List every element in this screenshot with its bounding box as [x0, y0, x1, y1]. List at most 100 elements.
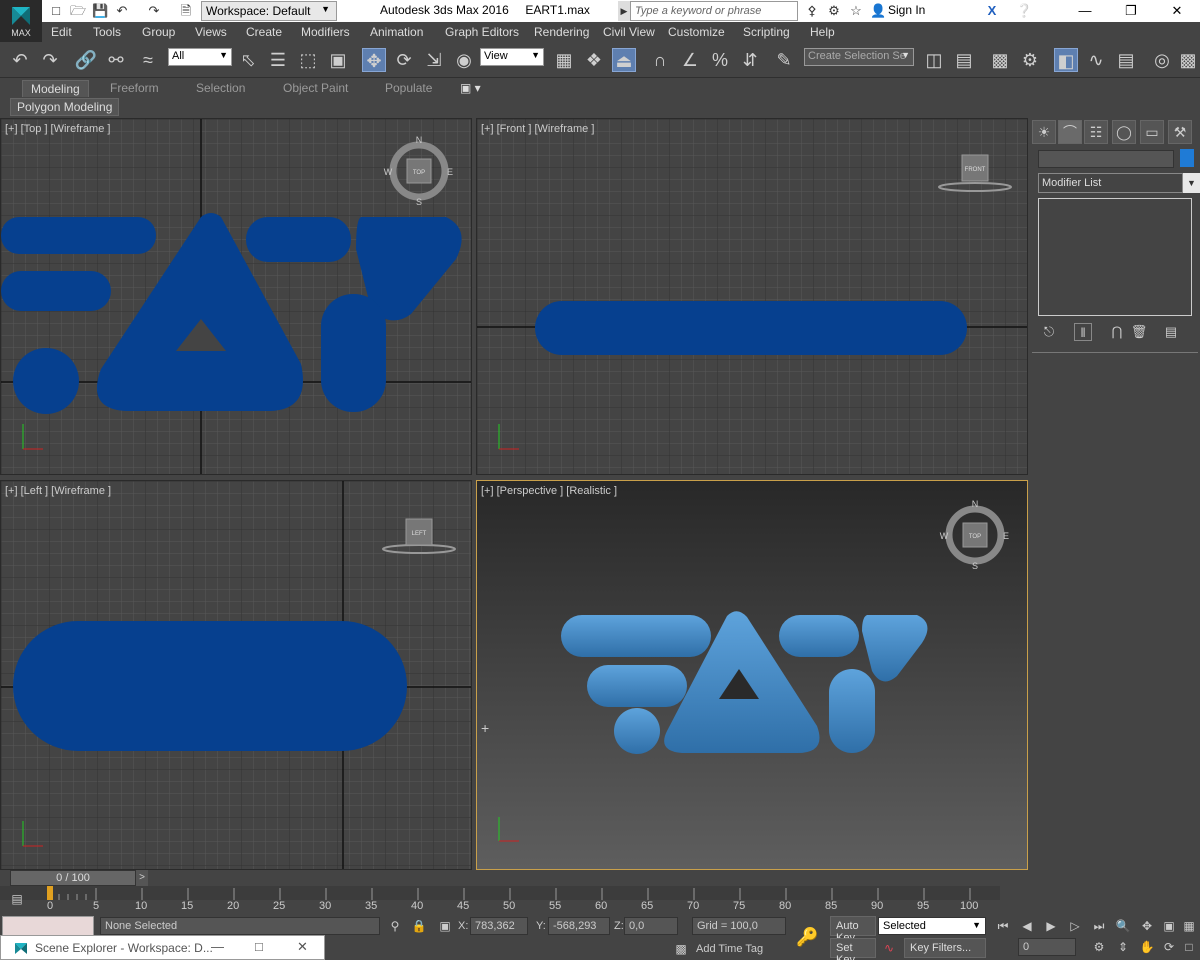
track-bar[interactable] [0, 886, 1000, 914]
angle-snap-icon[interactable]: ∠ [678, 48, 702, 72]
time-slider-thumb[interactable]: 0 / 100 [10, 870, 136, 886]
ribbon-options-icon[interactable]: ▣ ▾ [452, 80, 489, 97]
unlink-icon[interactable]: ⚯ [104, 48, 128, 72]
close-button[interactable]: ✕ [1154, 0, 1200, 22]
scene-explorer-icon[interactable]: ◧ [1054, 48, 1078, 72]
save-file-icon[interactable]: 💾 [92, 3, 108, 19]
go-to-end-icon[interactable]: ⏭ [1090, 917, 1108, 935]
new-file-icon[interactable]: □ [48, 3, 64, 19]
make-unique-icon[interactable]: ⋂ [1108, 323, 1126, 341]
z-coordinate-field[interactable]: 0,0 [624, 917, 678, 935]
viewport-top[interactable]: [+] [Top ] [Wireframe ] TOP N S E W [0, 118, 472, 475]
menu-help[interactable]: Help [810, 25, 835, 39]
viewport-perspective[interactable]: + [+] [Perspective ] [Realistic ] TOP N … [476, 480, 1028, 870]
menu-graph-editors[interactable]: Graph Editors [445, 25, 519, 39]
layer-manager-icon[interactable]: ▩ [988, 48, 1012, 72]
rectangular-selection-icon[interactable]: ⬚ [296, 48, 320, 72]
workspace-selector[interactable]: Workspace: Default ▼ [201, 1, 337, 21]
favorites-star-icon[interactable]: ☆ [848, 3, 864, 19]
schematic-view-icon[interactable]: ▤ [1114, 48, 1138, 72]
scene-explorer-window[interactable]: Scene Explorer - Workspace: D... — □ ✕ [0, 935, 325, 960]
select-and-rotate-icon[interactable]: ⟳ [392, 48, 416, 72]
viewcube-compass[interactable]: TOP N S E W [939, 499, 1011, 571]
menu-create[interactable]: Create [246, 25, 282, 39]
user-icon[interactable]: 👤 [870, 3, 886, 19]
align-icon[interactable]: ▤ [952, 48, 976, 72]
hierarchy-tab-icon[interactable]: ☷ [1084, 120, 1108, 144]
mirror-icon[interactable]: ◫ [922, 48, 946, 72]
time-configuration-icon[interactable]: ⚙ [1090, 938, 1108, 956]
previous-frame-icon[interactable]: ◀ [1018, 917, 1036, 935]
open-file-icon[interactable]: 🗁 [70, 3, 86, 19]
exchange-apps-icon[interactable]: X [984, 3, 1000, 19]
menu-edit[interactable]: Edit [51, 25, 72, 39]
menu-rendering[interactable]: Rendering [534, 25, 589, 39]
set-key-button[interactable]: Set Key [830, 938, 876, 960]
redo-icon[interactable]: ↷ [146, 3, 162, 19]
modifier-list-select[interactable]: Modifier List [1038, 173, 1183, 193]
ribbon-tab-object-paint[interactable]: Object Paint [275, 80, 356, 97]
zoom-extents-icon[interactable]: ▣ [1160, 917, 1178, 935]
select-and-place-icon[interactable]: ◉ [452, 48, 476, 72]
pin-stack-icon[interactable]: ⎋ [1040, 323, 1058, 341]
utilities-tab-icon[interactable]: ⚒ [1168, 120, 1192, 144]
maxscript-listener[interactable] [2, 916, 94, 936]
menu-customize[interactable]: Customize [668, 25, 725, 39]
create-tab-icon[interactable]: ☀ [1032, 120, 1056, 144]
select-manipulate-icon[interactable]: ❖ [582, 48, 606, 72]
modifier-stack[interactable] [1038, 198, 1192, 316]
ribbon-panel-polygon-modeling[interactable]: Polygon Modeling [10, 98, 120, 116]
redo-icon[interactable]: ↷ [38, 48, 62, 72]
display-tab-icon[interactable]: ▭ [1140, 120, 1164, 144]
graphite-modeling-icon[interactable]: ⚙ [1018, 48, 1042, 72]
key-mode-select[interactable]: Selected ▼ [878, 917, 986, 935]
minimize-button[interactable]: — [1062, 0, 1108, 22]
remove-modifier-icon[interactable]: 🗑 [1130, 323, 1148, 341]
select-by-name-icon[interactable]: ☰ [266, 48, 290, 72]
absolute-mode-icon[interactable]: ▣ [436, 917, 454, 935]
menu-tools[interactable]: Tools [93, 25, 121, 39]
binoculars-icon[interactable]: ⚴ [804, 3, 820, 19]
viewport-label[interactable]: [+] [Left ] [Wireframe ] [5, 485, 111, 497]
lock-selection-icon[interactable]: 🔒 [410, 917, 428, 935]
window-crossing-icon[interactable]: ▣ [326, 48, 350, 72]
minimize-button[interactable]: — [211, 939, 224, 954]
application-button[interactable]: MAX [0, 0, 42, 42]
key-filters-button[interactable]: Key Filters... [904, 938, 986, 958]
default-tangent-icon[interactable]: ∿ [880, 939, 898, 957]
auto-key-button[interactable]: Auto Key [830, 916, 876, 944]
material-editor-icon[interactable]: ◎ [1150, 48, 1174, 72]
viewport-left[interactable]: [+] [Left ] [Wireframe ] LEFT [0, 480, 472, 870]
show-end-result-icon[interactable]: ‖ [1074, 323, 1092, 341]
orbit-icon[interactable]: ⟳ [1160, 938, 1178, 956]
snaps-toggle-icon[interactable]: ∩ [648, 48, 672, 72]
close-button[interactable]: ✕ [297, 939, 308, 955]
ribbon-tab-modeling[interactable]: Modeling [22, 80, 89, 97]
viewport-label[interactable]: [+] [Front ] [Wireframe ] [481, 123, 594, 135]
pivot-center-icon[interactable]: ▦ [552, 48, 576, 72]
named-selection-sets-input[interactable]: Create Selection Se ▼ [804, 48, 914, 66]
mini-curve-editor-icon[interactable]: ▤ [8, 890, 26, 908]
keyboard-shortcut-override-icon[interactable]: ⏏ [612, 48, 636, 72]
subscription-icon[interactable]: ⚙ [826, 3, 842, 19]
viewcube-compass[interactable]: TOP N S E W [383, 135, 455, 207]
viewcube[interactable]: LEFT [379, 517, 459, 563]
help-icon[interactable]: ❔ [1016, 3, 1032, 19]
sign-in-link[interactable]: Sign In [888, 3, 925, 17]
undo-icon[interactable]: ↶ [114, 3, 130, 19]
viewport-front[interactable]: [+] [Front ] [Wireframe ] FRONT [476, 118, 1028, 475]
undo-icon[interactable]: ↶ [8, 48, 32, 72]
restore-button[interactable]: ❐ [1108, 0, 1154, 22]
add-time-tag-button[interactable]: Add Time Tag [696, 943, 763, 955]
project-folder-icon[interactable]: 🗎 [178, 3, 194, 19]
object-name-field[interactable] [1038, 150, 1174, 168]
selection-filter-select[interactable]: All ▼ [168, 48, 232, 66]
object-color-swatch[interactable] [1180, 149, 1194, 167]
zoom-icon[interactable]: 🔍 [1114, 917, 1132, 935]
render-setup-icon[interactable]: ▩ [1176, 48, 1200, 72]
viewport-label[interactable]: [+] [Top ] [Wireframe ] [5, 123, 110, 135]
ribbon-tab-freeform[interactable]: Freeform [102, 80, 167, 97]
menu-civil-view[interactable]: Civil View [603, 25, 655, 39]
viewcube[interactable]: FRONT [935, 149, 1015, 195]
restore-button[interactable]: □ [255, 939, 263, 954]
